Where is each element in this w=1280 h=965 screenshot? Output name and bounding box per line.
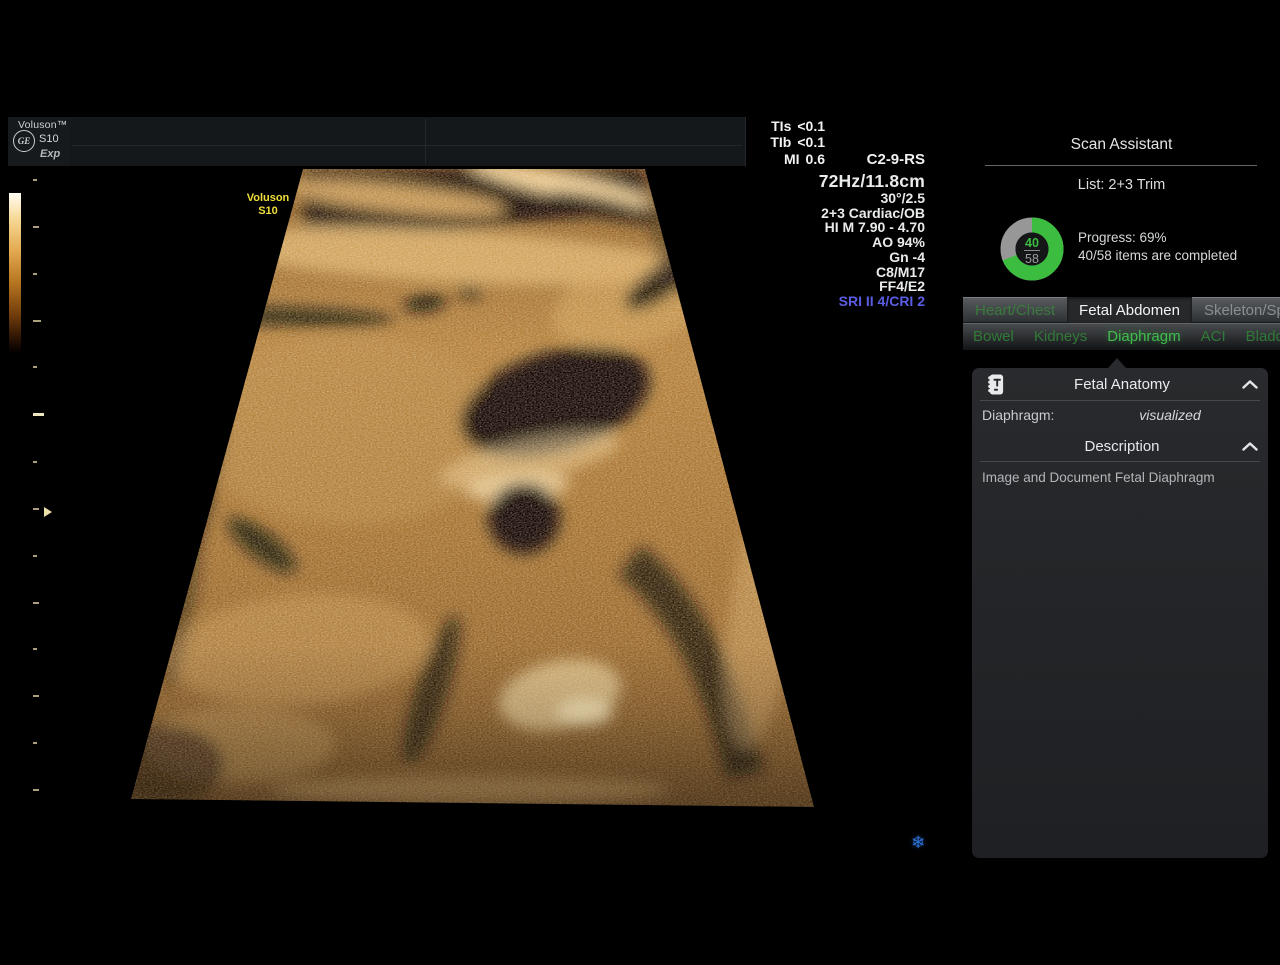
progress-total-count: 58 <box>1025 252 1039 266</box>
protocol-book-icon <box>986 373 1005 396</box>
diaphragm-field-label: Diaphragm: <box>982 407 1102 423</box>
snowflake-freeze-icon: ❄ <box>911 833 925 853</box>
chevron-up-icon[interactable] <box>1242 442 1258 451</box>
progress-donut: 40 58 <box>999 216 1065 282</box>
fetal-anatomy-panel: Fetal Anatomy Diaphragm: visualized Desc… <box>972 368 1268 858</box>
fetal-anatomy-header[interactable]: Fetal Anatomy <box>972 368 1268 400</box>
ultrasound-screen: Voluson™ GE S10 Exp TIs<0.1 TIb<0.1 MI0.… <box>0 0 1280 965</box>
chevron-up-icon[interactable] <box>1242 380 1258 389</box>
description-header[interactable]: Description <box>972 431 1268 461</box>
diaphragm-status-row: Diaphragm: visualized <box>972 401 1268 429</box>
fetal-anatomy-title: Fetal Anatomy <box>1012 376 1232 393</box>
description-title: Description <box>1012 438 1232 455</box>
diaphragm-field-value: visualized <box>1102 407 1268 423</box>
voluson-watermark: VolusonS10 <box>240 192 296 218</box>
panel-notch <box>1108 358 1126 368</box>
progress-completed-count: 40 <box>1025 236 1039 250</box>
description-text: Image and Document Fetal Diaphragm <box>972 462 1268 485</box>
ultrasound-fan <box>100 150 840 830</box>
